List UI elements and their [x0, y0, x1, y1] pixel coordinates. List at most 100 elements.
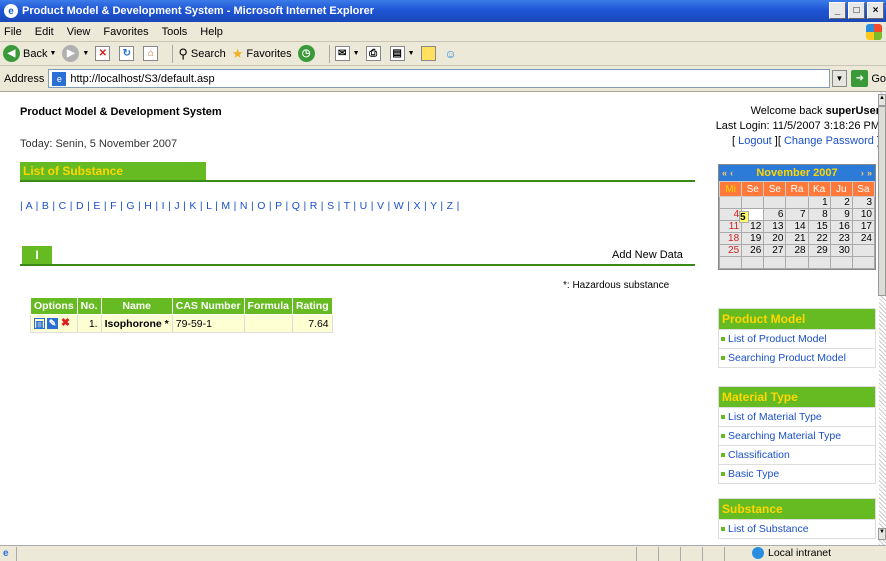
calendar-day[interactable]: 14	[785, 220, 809, 233]
history-button[interactable]: ◷	[297, 45, 318, 62]
menu-item-help[interactable]: Help	[200, 26, 223, 38]
go-button[interactable]: ➜ Go	[851, 70, 886, 87]
close-icon[interactable]: ×	[867, 2, 884, 19]
stop-button[interactable]: ✕	[95, 46, 113, 61]
logout-link[interactable]: Logout	[738, 135, 772, 147]
calendar-day[interactable]: 16	[829, 220, 853, 233]
favorites-button[interactable]: ★ Favorites	[232, 46, 292, 62]
letter-link-h[interactable]: H	[144, 200, 152, 212]
minimize-icon[interactable]: _	[829, 2, 846, 19]
letter-link-p[interactable]: P	[275, 200, 282, 212]
back-button[interactable]: ◀ Back ▼	[3, 45, 56, 62]
letter-link-f[interactable]: F	[110, 200, 117, 212]
calendar-day[interactable]: 27	[763, 244, 787, 257]
letter-link-k[interactable]: K	[189, 200, 196, 212]
menu-item-file[interactable]: File	[4, 26, 22, 38]
letter-link-l[interactable]: L	[206, 200, 212, 212]
calendar-day[interactable]: 23	[829, 232, 853, 245]
sidebar-item-list-of-material-type[interactable]: List of Material Type	[719, 407, 875, 426]
sidebar-item-list-of-substance[interactable]: List of Substance	[719, 519, 875, 538]
refresh-button[interactable]: ↻	[119, 46, 137, 61]
view-icon[interactable]: ▥	[34, 318, 45, 330]
substance-name[interactable]: Isophorone *	[100, 314, 173, 333]
letter-link-c[interactable]: C	[59, 200, 67, 212]
calendar-day[interactable]: 8	[807, 208, 831, 221]
discuss-button[interactable]	[420, 46, 439, 61]
substance-table: Options No. Name CAS Number Formula Rating ▥ ✎…	[30, 297, 333, 333]
letter-link-s[interactable]: S	[327, 200, 334, 212]
calendar-day[interactable]: 1	[807, 196, 831, 209]
calendar-day[interactable]: 15	[807, 220, 831, 233]
letter-link-u[interactable]: U	[360, 200, 368, 212]
letter-link-r[interactable]: R	[310, 200, 318, 212]
calendar-day[interactable]: 30	[829, 244, 853, 257]
edit-button[interactable]: ▤ ▼	[389, 46, 415, 61]
letter-link-q[interactable]: Q	[292, 200, 300, 212]
letter-link-g[interactable]: G	[126, 200, 134, 212]
letter-link-v[interactable]: V	[377, 200, 384, 212]
sidebar-item-searching-material-type[interactable]: Searching Material Type	[719, 426, 875, 445]
letter-link-d[interactable]: D	[76, 200, 84, 212]
change-password-link[interactable]: Change Password	[784, 135, 874, 147]
print-button[interactable]: ⎙	[365, 46, 384, 61]
letter-link-n[interactable]: N	[240, 200, 248, 212]
letter-link-i[interactable]: I	[162, 200, 165, 212]
mail-button[interactable]: ✉ ▼	[334, 46, 360, 61]
calendar-day[interactable]: 22	[807, 232, 831, 245]
calendar-day[interactable]: 10	[851, 208, 876, 221]
calendar-day[interactable]: 6	[763, 208, 787, 221]
maximize-icon[interactable]: □	[848, 2, 865, 19]
sidebar-item-classification[interactable]: Classification	[719, 445, 875, 464]
calendar-day[interactable]: 7	[785, 208, 809, 221]
letter-link-z[interactable]: Z	[447, 200, 454, 212]
scroll-down-button[interactable]: ▼	[878, 528, 886, 540]
address-input[interactable]: e http://localhost/S3/default.asp	[48, 69, 830, 88]
add-new-data-link[interactable]: Add New Data	[612, 249, 683, 261]
edit-icon[interactable]: ✎	[47, 318, 58, 330]
prev-month-button[interactable]: ‹	[730, 168, 733, 178]
calendar-day[interactable]: 17	[851, 220, 876, 233]
scroll-thumb[interactable]	[878, 106, 886, 296]
letter-link-o[interactable]: O	[257, 200, 265, 212]
calendar-day[interactable]: 26	[741, 244, 765, 257]
calendar-day[interactable]: 3	[851, 196, 876, 209]
letter-link-t[interactable]: T	[344, 200, 351, 212]
next-year-button[interactable]: »	[867, 168, 872, 178]
sidebar-item-list-of-product-model[interactable]: List of Product Model	[719, 329, 875, 348]
letter-link-m[interactable]: M	[221, 200, 230, 212]
calendar-day[interactable]: 5	[739, 211, 749, 223]
messenger-button[interactable]: ☺	[445, 47, 457, 61]
forward-button[interactable]: ▶ ▼	[62, 45, 89, 62]
next-month-button[interactable]: ›	[861, 168, 864, 178]
letter-link-x[interactable]: X	[413, 200, 420, 212]
calendar-day[interactable]: 28	[785, 244, 809, 257]
menu-item-tools[interactable]: Tools	[162, 26, 188, 38]
calendar-day[interactable]: 29	[807, 244, 831, 257]
letter-link-e[interactable]: E	[93, 200, 100, 212]
menu-item-view[interactable]: View	[67, 26, 91, 38]
prev-year-button[interactable]: «	[722, 168, 727, 178]
address-dropdown-button[interactable]: ▼	[831, 70, 848, 87]
calendar-day[interactable]: 2	[829, 196, 853, 209]
scroll-up-button[interactable]: ▲	[878, 94, 886, 106]
calendar-day[interactable]: 19	[741, 232, 765, 245]
delete-icon[interactable]: ✖	[60, 318, 71, 329]
sidebar-item-searching-product-model[interactable]: Searching Product Model	[719, 348, 875, 367]
sidebar-item-basic-type[interactable]: Basic Type	[719, 464, 875, 483]
search-button[interactable]: ⚲ Search	[178, 46, 225, 62]
calendar-day[interactable]: 9	[829, 208, 853, 221]
letter-link-w[interactable]: W	[394, 200, 404, 212]
calendar-day[interactable]: 20	[763, 232, 787, 245]
letter-link-j[interactable]: J	[174, 200, 180, 212]
calendar-day[interactable]: 18	[718, 232, 743, 245]
calendar-day[interactable]: 13	[763, 220, 787, 233]
letter-link-y[interactable]: Y	[430, 200, 437, 212]
menu-item-edit[interactable]: Edit	[35, 26, 54, 38]
calendar-day[interactable]: 24	[851, 232, 876, 245]
menu-item-favorites[interactable]: Favorites	[103, 26, 148, 38]
letter-link-b[interactable]: B	[42, 200, 49, 212]
calendar-day[interactable]: 21	[785, 232, 809, 245]
calendar-day[interactable]: 25	[718, 244, 743, 257]
letter-link-a[interactable]: A	[26, 200, 33, 212]
home-button[interactable]: ⌂	[143, 46, 161, 61]
